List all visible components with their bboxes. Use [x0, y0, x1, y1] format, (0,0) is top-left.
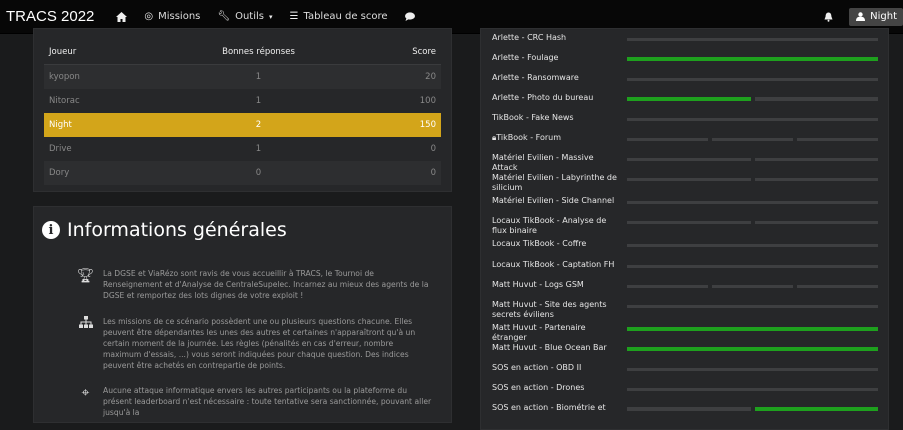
challenge-label: SOS en action - Drones: [492, 383, 585, 392]
challenge-progress: [627, 178, 878, 181]
player-correct: 2: [200, 113, 317, 137]
info-circle-icon: i: [42, 221, 60, 239]
challenge-label: Matt Huvut - Partenaire étranger: [492, 323, 586, 342]
challenge-label: Locaux TikBook - Captation FH: [492, 260, 615, 269]
challenge-label: TikBook - Fake News: [492, 113, 574, 122]
challenge-progress: [627, 285, 878, 288]
info-title: Informations générales: [67, 219, 287, 241]
crosshairs-icon: ⌖: [81, 385, 90, 401]
challenge-progress: [627, 138, 878, 141]
player-score: 20: [317, 64, 441, 89]
challenge-label-locked: 🔒︎TikBook - Forum: [492, 133, 620, 143]
caret-down-icon: ▾: [269, 12, 273, 21]
challenge-progress: [627, 368, 878, 371]
player-correct: 1: [255, 144, 262, 154]
challenge-label: Arlette - Ransomware: [492, 73, 579, 82]
target-icon: ◎: [144, 11, 154, 22]
info-item: ⌖ Aucune attaque informatique envers les…: [68, 385, 433, 418]
player-score: 100: [419, 96, 436, 106]
challenge-label: Locaux TikBook - Coffre: [492, 239, 587, 248]
col-score: Score: [317, 40, 441, 65]
player-name: kyopon: [44, 64, 200, 89]
player-score: 0: [317, 161, 441, 185]
nav-scoreboard[interactable]: ☰ Tableau de score: [290, 11, 388, 22]
home-icon: [116, 11, 128, 22]
info-item: Les missions de ce scénario possèdent un…: [68, 316, 433, 371]
challenge-label: TikBook - Forum: [496, 133, 562, 142]
brand-title[interactable]: TRACS 2022: [6, 8, 94, 25]
user-icon: [856, 12, 866, 21]
info-panel: i Informations générales 🏆︎ La DGSE et V…: [33, 206, 452, 423]
challenge-progress: [627, 407, 878, 411]
challenge-progress: [627, 244, 878, 247]
challenge-label: SOS en action - Biométrie et: [492, 403, 606, 412]
challenge-label: Matériel Evilien - Massive Attack: [492, 153, 594, 172]
player-score: 0: [430, 144, 436, 154]
col-player: Joueur: [44, 40, 200, 65]
challenge-label: Arlette - Photo du bureau: [492, 93, 594, 102]
nav-outils[interactable]: 🔧︎ Outils ▾: [217, 11, 272, 22]
nav-chat[interactable]: [404, 12, 415, 21]
challenge-progress: [627, 265, 878, 268]
challenge-label: Matt Huvut - Blue Ocean Bar: [492, 343, 607, 352]
table-row[interactable]: Drive 1 0: [44, 137, 441, 161]
user-menu-button[interactable]: Night: [849, 7, 903, 26]
info-text: La DGSE et ViaRézo sont ravis de vous ac…: [103, 269, 429, 300]
challenge-progress: [627, 78, 878, 81]
challenge-progress: [627, 347, 878, 351]
challenge-progress: [627, 305, 878, 308]
nav-missions-label: Missions: [158, 11, 201, 22]
challenge-label: Matériel Evilien - Side Channel: [492, 196, 615, 205]
col-correct: Bonnes réponses: [200, 40, 317, 65]
challenge-progress: [627, 38, 878, 41]
player-correct: 0: [200, 161, 317, 185]
challenge-label: Matt Huvut - Site des agents secrets évi…: [492, 300, 607, 319]
player-name: Drive: [49, 144, 72, 154]
wrench-icon: 🔧︎: [217, 11, 231, 22]
challenge-progress: [627, 57, 878, 61]
challenge-progress: [627, 97, 878, 101]
player-correct: 1: [255, 96, 262, 106]
challenge-progress: [627, 327, 878, 331]
challenge-label: Arlette - Foulage: [492, 53, 559, 62]
scoreboard-panel: Joueur Bonnes réponses Score kyopon 1 20…: [33, 28, 452, 192]
nav-outils-label: Outils: [235, 11, 264, 22]
chat-icon: [404, 12, 415, 21]
challenge-progress: [627, 118, 878, 121]
player-score: 150: [317, 113, 441, 137]
info-item: 🏆︎ La DGSE et ViaRézo sont ravis de vous…: [68, 268, 433, 301]
challenge-label: Arlette - CRC Hash: [492, 33, 567, 42]
challenge-label: SOS en action - OBD II: [492, 363, 582, 372]
sitemap-icon: [68, 316, 103, 371]
table-row[interactable]: Nitorac 1 100: [44, 89, 441, 113]
score-table: Joueur Bonnes réponses Score kyopon 1 20…: [44, 40, 441, 185]
table-row-current-user[interactable]: Night 2 150: [44, 113, 441, 137]
user-name: Night: [870, 11, 897, 22]
player-name: Nitorac: [49, 96, 80, 106]
player-name: Night: [44, 113, 200, 137]
challenge-label: Matériel Evilien - Labyrinthe de siliciu…: [492, 173, 617, 192]
info-text: Aucune attaque informatique envers les a…: [103, 386, 432, 417]
bell-icon[interactable]: [824, 12, 833, 22]
challenge-progress: [627, 201, 878, 204]
info-heading: i Informations générales: [42, 219, 287, 241]
table-row[interactable]: kyopon 1 20: [44, 64, 441, 89]
challenge-label: Matt Huvut - Logs GSM: [492, 280, 584, 289]
nav-home[interactable]: [116, 11, 128, 22]
table-row[interactable]: Dory 0 0: [44, 161, 441, 185]
challenge-progress: [627, 221, 878, 224]
trophy-icon: 🏆︎: [76, 268, 95, 284]
list-icon: ☰: [289, 11, 299, 22]
challenges-panel: Arlette - CRC Hash Arlette - Foulage Arl…: [480, 28, 889, 430]
score-table-header: Joueur Bonnes réponses Score: [44, 40, 441, 65]
challenge-progress: [627, 388, 878, 391]
info-text: Les missions de ce scénario possèdent un…: [103, 317, 416, 370]
nav-missions[interactable]: ◎ Missions: [144, 11, 200, 22]
player-name: Dory: [44, 161, 200, 185]
player-correct: 1: [200, 64, 317, 89]
nav-scoreboard-label: Tableau de score: [303, 11, 388, 22]
challenge-label: Locaux TikBook - Analyse de flux binaire: [492, 216, 607, 235]
challenge-progress: [627, 158, 878, 161]
